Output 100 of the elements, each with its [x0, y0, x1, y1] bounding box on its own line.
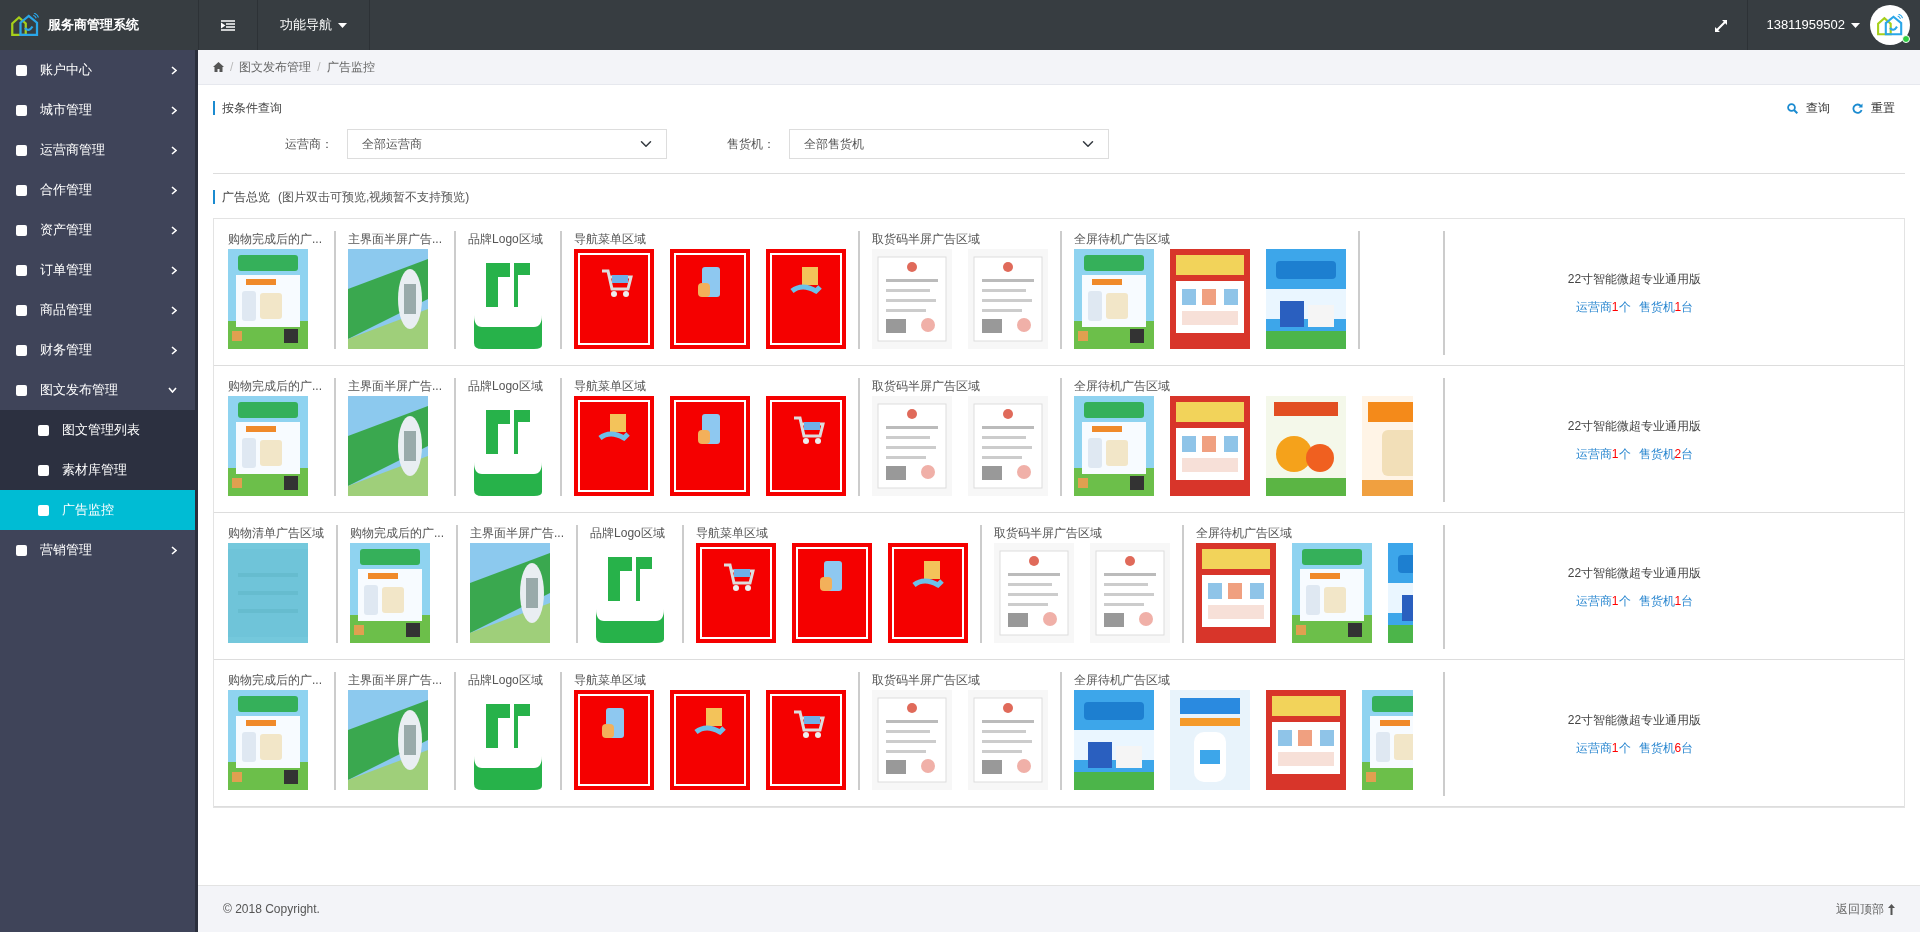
- sidebar-item[interactable]: 合作管理: [0, 170, 195, 210]
- square-icon: [38, 504, 49, 516]
- area-label: 购物完成后的广...: [350, 525, 444, 541]
- field-label: 售货机：: [726, 136, 775, 153]
- sidebar-item[interactable]: 商品管理: [0, 290, 195, 330]
- sidebar-item[interactable]: 财务管理: [0, 330, 195, 370]
- area-label: 全屏待机广告区域: [1196, 525, 1294, 541]
- reset-button[interactable]: 重置: [1852, 99, 1895, 117]
- square-icon: [38, 464, 49, 476]
- sidebar-item[interactable]: 订单管理: [0, 250, 195, 290]
- chevron-right-icon: [171, 225, 177, 235]
- chevron-right-icon: [171, 545, 177, 555]
- area-label: 全屏待机广告区域: [1074, 231, 1172, 247]
- square-icon: [16, 384, 27, 396]
- area-label: 主界面半屏广告...: [348, 378, 443, 394]
- device-name: 22寸智能微超专业通用版: [1567, 418, 1702, 435]
- sidebar-item[interactable]: 账户中心: [0, 50, 195, 90]
- device-name: 22寸智能微超专业通用版: [1567, 712, 1702, 729]
- section-title: 广告总览: [213, 190, 270, 204]
- square-icon: [16, 544, 27, 556]
- chevron-right-icon: [171, 305, 177, 315]
- chevron-right-icon: [171, 105, 177, 115]
- device-name: 22寸智能微超专业通用版: [1567, 271, 1702, 288]
- chevron-right-icon: [171, 265, 177, 275]
- area-label: 品牌Logo区域: [468, 378, 544, 394]
- caret-icon: [338, 22, 347, 28]
- operator-count-link[interactable]: 运营商1个: [1575, 445, 1631, 463]
- area-label: 主界面半屏广告...: [348, 231, 443, 247]
- area-label: 主界面半屏广告...: [470, 525, 565, 541]
- search-button[interactable]: 查询: [1787, 99, 1830, 117]
- square-icon: [16, 144, 27, 156]
- area-label: 取货码半屏广告区域: [872, 378, 982, 394]
- square-icon: [16, 264, 27, 276]
- sidebar-subitem[interactable]: 图文管理列表: [0, 410, 195, 450]
- up-arrow-icon: [1888, 903, 1895, 915]
- breadcrumb-separator: /: [317, 59, 321, 76]
- user-dropdown[interactable]: 13811959502: [1766, 0, 1860, 50]
- home-icon[interactable]: [213, 62, 224, 72]
- sidebar-item[interactable]: 营销管理: [0, 530, 195, 570]
- dropdown-field[interactable]: 全部运营商: [347, 129, 667, 159]
- expand-icon: [1715, 19, 1728, 32]
- square-icon: [16, 104, 27, 116]
- refresh-icon: [1852, 102, 1863, 114]
- machine-count-link[interactable]: 售货机1台: [1638, 298, 1694, 316]
- avatar[interactable]: [1870, 5, 1910, 45]
- operator-count-link[interactable]: 运营商1个: [1575, 298, 1631, 316]
- section-title: 按条件查询: [213, 101, 282, 115]
- sidebar-item[interactable]: 资产管理: [0, 210, 195, 250]
- square-icon: [16, 64, 27, 76]
- area-label: 主界面半屏广告...: [348, 672, 443, 688]
- search-icon: [1787, 102, 1798, 114]
- chevron-right-icon: [171, 345, 177, 355]
- machine-count-link[interactable]: 售货机1台: [1638, 592, 1694, 610]
- app-title: 服务商管理系统: [48, 16, 139, 35]
- square-icon: [38, 424, 49, 436]
- area-label: 全屏待机广告区域: [1074, 378, 1172, 394]
- square-icon: [16, 224, 27, 236]
- area-label: 购物完成后的广...: [228, 231, 322, 247]
- chevron-right-icon: [171, 65, 177, 75]
- area-label: 品牌Logo区域: [468, 672, 544, 688]
- area-label: 取货码半屏广告区域: [872, 231, 982, 247]
- back-to-top-link[interactable]: 返回顶部: [1836, 900, 1895, 918]
- sidebar-item[interactable]: 图文发布管理: [0, 370, 195, 410]
- menu-icon: [221, 20, 235, 32]
- sidebar-item[interactable]: 城市管理: [0, 90, 195, 130]
- area-label: 取货码半屏广告区域: [994, 525, 1104, 541]
- house-logo-icon: [10, 13, 40, 37]
- area-label: 购物完成后的广...: [228, 378, 322, 394]
- area-label: 导航菜单区域: [574, 231, 648, 247]
- chevron-right-icon: [171, 145, 177, 155]
- sidebar-item[interactable]: 运营商管理: [0, 130, 195, 170]
- machine-count-link[interactable]: 售货机6台: [1638, 739, 1694, 757]
- breadcrumb-separator: /: [230, 59, 234, 76]
- square-icon: [16, 344, 27, 356]
- hint-text: (图片双击可预览,视频暂不支持预览): [278, 189, 470, 206]
- area-label: 品牌Logo区域: [468, 231, 544, 247]
- device-name: 22寸智能微超专业通用版: [1567, 565, 1702, 582]
- sidebar-subitem[interactable]: 素材库管理: [0, 450, 195, 490]
- area-label: 导航菜单区域: [574, 672, 648, 688]
- dropdown-field[interactable]: 全部售货机: [789, 129, 1109, 159]
- square-icon: [16, 184, 27, 196]
- field-label: 运营商：: [284, 136, 333, 153]
- breadcrumb-link[interactable]: 图文发布管理: [239, 58, 312, 76]
- area-label: 购物完成后的广...: [228, 672, 322, 688]
- chevron-down-icon: [168, 387, 177, 393]
- operator-count-link[interactable]: 运营商1个: [1575, 739, 1631, 757]
- area-label: 取货码半屏广告区域: [872, 672, 982, 688]
- breadcrumb-current: 广告监控: [326, 59, 375, 76]
- operator-count-link[interactable]: 运营商1个: [1575, 592, 1631, 610]
- area-label: 全屏待机广告区域: [1074, 672, 1172, 688]
- machine-count-link[interactable]: 售货机2台: [1638, 445, 1694, 463]
- area-label: 购物清单广告区域: [228, 525, 324, 541]
- house-logo-icon: [1876, 13, 1904, 37]
- copyright-text: © 2018 Copyright.: [223, 901, 320, 918]
- chevron-right-icon: [171, 185, 177, 195]
- area-label: 导航菜单区域: [574, 378, 648, 394]
- area-label: 品牌Logo区域: [590, 525, 666, 541]
- square-icon: [16, 304, 27, 316]
- area-label: 导航菜单区域: [696, 525, 770, 541]
- caret-icon: [1851, 22, 1860, 28]
